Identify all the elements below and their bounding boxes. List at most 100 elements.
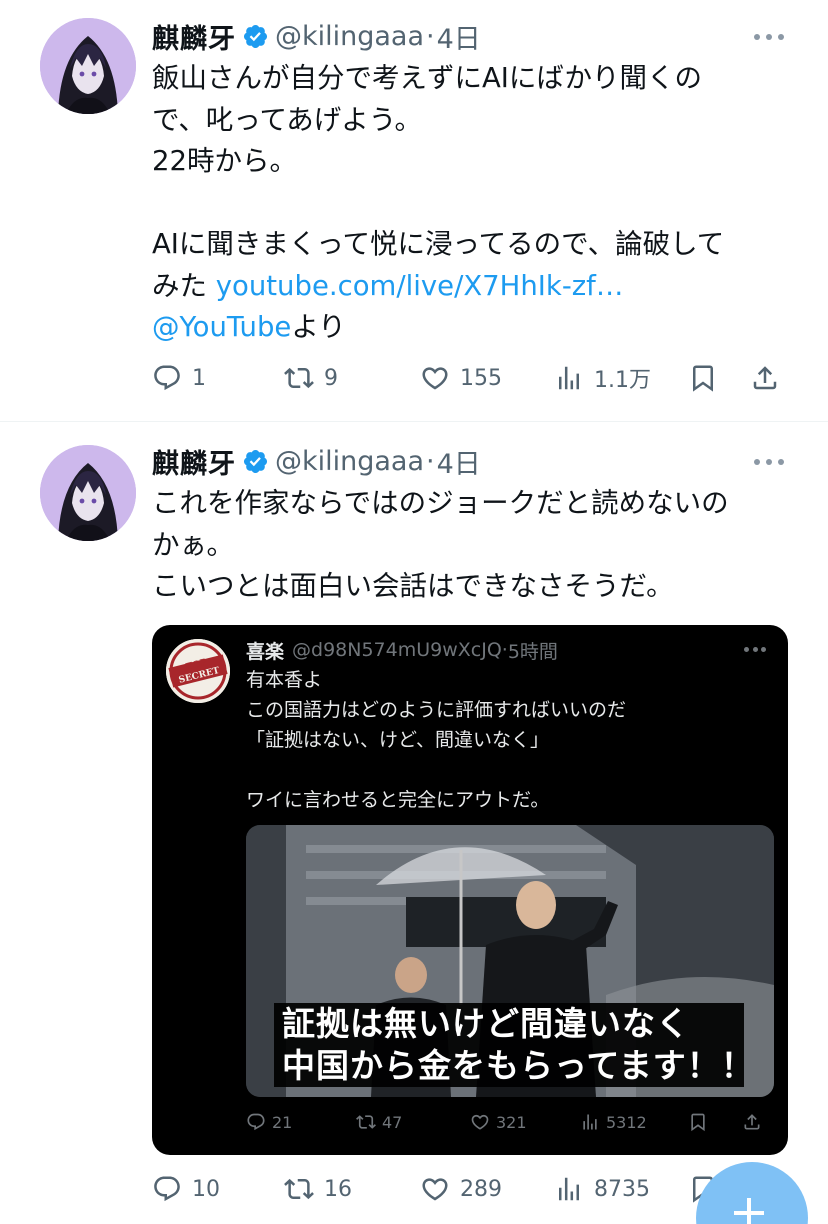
reply-button[interactable]: 1 xyxy=(152,358,206,398)
avatar-image xyxy=(40,445,136,541)
video-subtitle-line: 中国から金をもらってます！！ xyxy=(274,1045,754,1087)
text-line: で、叱ってあげよう。 xyxy=(152,103,423,136)
tweet-text: 飯山さんが自分で考えずにAIにばかり聞くの で、叱ってあげよう。 22時から。 … xyxy=(152,58,792,349)
tweet-actions: 10 16 289 8735 xyxy=(152,1169,792,1209)
text-line: AIに聞きまくって悦に浸ってるので、論破して xyxy=(152,228,725,260)
like-count: 155 xyxy=(460,365,502,391)
avatar[interactable] xyxy=(40,445,136,541)
like-count: 321 xyxy=(496,1112,527,1132)
quoted-timestamp: 5時間 xyxy=(507,640,558,663)
verified-badge-icon xyxy=(243,24,268,48)
views-chart-icon xyxy=(559,1177,579,1201)
reply-count: 21 xyxy=(272,1112,293,1132)
repost-count: 16 xyxy=(324,1176,352,1202)
views-chart-icon xyxy=(559,366,579,390)
quoted-handle: @d98N574mU9wXcJQ xyxy=(292,639,502,661)
tweet[interactable]: 麒麟牙 @kilingaaa · 4日 飯山さんが自分で考えずにAIにばかり聞く… xyxy=(0,0,828,422)
tweet[interactable]: 麒麟牙 @kilingaaa · 4日 これを作家ならではのジョークだと読めない… xyxy=(0,423,828,1224)
quoted-header: 喜楽 @d98N574mU9wXcJQ · 5時間 xyxy=(246,635,558,665)
heart-icon xyxy=(422,367,448,390)
quoted-views-stat: 5312 xyxy=(580,1107,647,1137)
tweet-actions: 1 9 155 1.1万 xyxy=(152,358,792,398)
repost-count: 9 xyxy=(324,365,338,391)
text-fragment: より xyxy=(291,311,346,343)
share-icon xyxy=(744,1114,760,1130)
like-button[interactable]: 289 xyxy=(420,1169,502,1209)
reply-icon xyxy=(154,1176,180,1202)
share-button[interactable] xyxy=(750,358,780,398)
quoted-actions: 21 47 321 5312 xyxy=(246,1107,774,1137)
views-button[interactable]: 8735 xyxy=(554,1169,650,1209)
bookmark-icon xyxy=(691,1113,705,1132)
reply-icon xyxy=(247,1113,265,1131)
quoted-more-icon xyxy=(744,647,766,653)
video-player[interactable]: 証拠は無いけど間違いなく 中国から金をもらってます！！ xyxy=(246,825,774,1097)
views-chart-icon xyxy=(583,1114,597,1130)
reply-icon xyxy=(154,365,180,391)
tweet-header: 麒麟牙 @kilingaaa · 4日 xyxy=(152,16,481,56)
text-line: 有本香よ xyxy=(246,669,323,691)
youtube-mention-link[interactable]: @YouTube xyxy=(152,311,291,343)
text-fragment: みた xyxy=(152,269,216,302)
more-options-icon[interactable] xyxy=(754,457,784,467)
quoted-avatar[interactable]: TOP SECRET xyxy=(166,639,230,703)
separator-dot: · xyxy=(426,20,435,52)
top-secret-stamp-icon: TOP SECRET xyxy=(166,639,230,703)
text-line: みた youtube.com/live/X7HhIk-zf… xyxy=(152,266,792,308)
tweet-text: これを作家ならではのジョークだと読めないの かぁ。 こいつとは面白い会話はできな… xyxy=(152,483,792,608)
repost-icon xyxy=(356,1115,376,1129)
repost-icon xyxy=(284,1178,314,1200)
repost-count: 47 xyxy=(382,1112,403,1132)
reply-button[interactable]: 10 xyxy=(152,1169,220,1209)
author-name[interactable]: 麒麟牙 xyxy=(152,17,236,56)
text-line: 飯山さんが自分で考えずにAIにばかり聞くの xyxy=(152,62,702,94)
reply-count: 1 xyxy=(192,365,206,391)
avatar-image xyxy=(40,18,136,114)
repost-icon xyxy=(284,367,314,389)
plus-icon xyxy=(734,1198,764,1224)
quoted-reply-stat: 21 xyxy=(246,1107,292,1137)
quoted-bookmark-icon xyxy=(688,1107,708,1137)
author-handle[interactable]: @kilingaaa xyxy=(275,21,424,52)
view-count: 8735 xyxy=(594,1176,650,1202)
reply-count: 10 xyxy=(192,1176,220,1202)
video-subtitle-line: 証拠は無いけど間違いなく xyxy=(274,1003,744,1045)
text-line: 「証拠はない、けど、間違いなく」 xyxy=(246,729,550,751)
quoted-like-stat: 321 xyxy=(470,1107,527,1137)
bookmark-button[interactable] xyxy=(688,358,718,398)
heart-icon xyxy=(471,1114,489,1130)
view-count: 1.1万 xyxy=(594,368,651,393)
quoted-post-media[interactable]: TOP SECRET 喜楽 @d98N574mU9wXcJQ · 5時間 有本香… xyxy=(152,625,788,1155)
youtube-link[interactable]: youtube.com/live/X7HhIk-zf… xyxy=(216,270,624,302)
text-line xyxy=(152,183,792,225)
timestamp[interactable]: 4日 xyxy=(437,17,481,56)
quoted-author-name: 喜楽 xyxy=(246,640,285,663)
text-line: こいつとは面白い会話はできなさそうだ。 xyxy=(152,570,674,602)
tweet-header: 麒麟牙 @kilingaaa · 4日 xyxy=(152,441,481,481)
heart-icon xyxy=(422,1178,448,1201)
like-count: 289 xyxy=(460,1176,502,1202)
bookmark-icon xyxy=(693,365,713,392)
text-line: かぁ。 xyxy=(152,528,234,561)
quoted-repost-stat: 47 xyxy=(356,1107,402,1137)
views-button[interactable]: 1.1万 xyxy=(554,358,651,398)
separator-dot: · xyxy=(426,445,435,477)
text-line xyxy=(246,755,626,785)
verified-badge-icon xyxy=(243,449,268,473)
like-button[interactable]: 155 xyxy=(420,358,502,398)
more-options-icon[interactable] xyxy=(754,32,784,42)
repost-button[interactable]: 9 xyxy=(284,358,338,398)
repost-button[interactable]: 16 xyxy=(284,1169,352,1209)
text-line: これを作家ならではのジョークだと読めないの xyxy=(152,487,729,519)
quoted-share-icon xyxy=(742,1107,762,1137)
quoted-text: 有本香よ この国語力はどのように評価すればいいのだ 「証拠はない、けど、間違いな… xyxy=(246,665,626,815)
timestamp[interactable]: 4日 xyxy=(437,442,481,481)
author-handle[interactable]: @kilingaaa xyxy=(275,446,424,477)
share-icon xyxy=(753,366,777,390)
view-count: 5312 xyxy=(606,1112,647,1132)
text-line: @YouTubeより xyxy=(152,307,792,349)
avatar[interactable] xyxy=(40,18,136,114)
text-line: ワイに言わせると完全にアウトだ。 xyxy=(246,789,550,811)
text-line: この国語力はどのように評価すればいいのだ xyxy=(246,699,627,721)
author-name[interactable]: 麒麟牙 xyxy=(152,442,236,481)
